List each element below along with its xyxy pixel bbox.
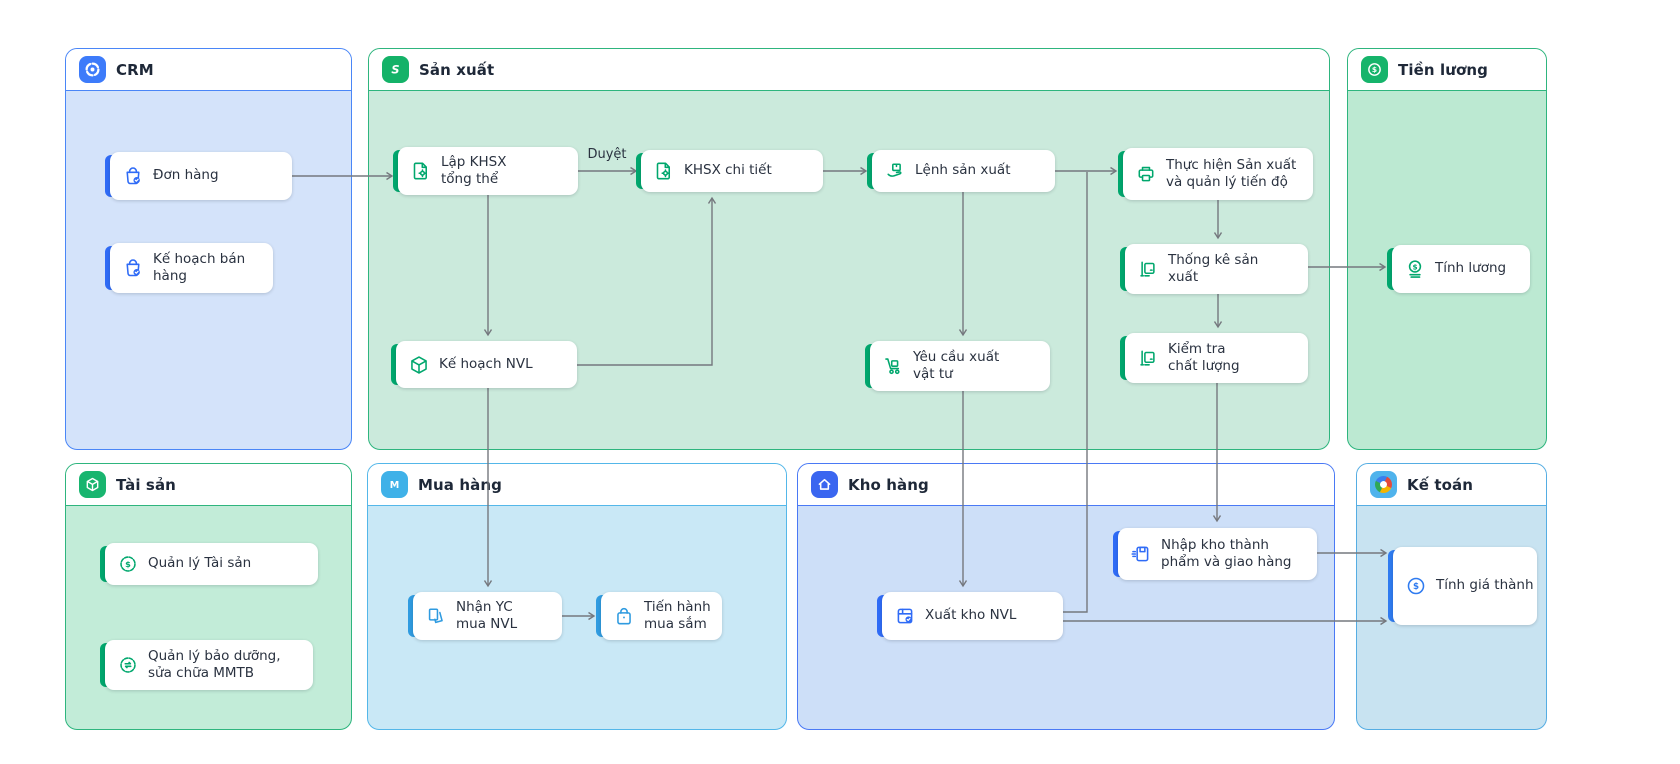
production-stats-icon (1137, 258, 1159, 280)
erp-flow-diagram: CRM Đơn hàng Kế hoạch bán hàng S Sản xuất Lập… (0, 0, 1680, 764)
production-stats-icon (1137, 347, 1159, 369)
panel-header: Tài sản (66, 464, 351, 506)
node-label: Yêu cầu xuất vật tư (913, 349, 999, 384)
node-label: Kế hoạch bán hàng (153, 251, 245, 286)
hand-truck-icon (882, 355, 904, 377)
node-ke-hoach-ban-hang[interactable]: Kế hoạch bán hàng (105, 243, 273, 293)
node-tinh-gia-thanh[interactable]: $ Tính giá thành (1388, 547, 1537, 625)
house-icon (811, 471, 838, 498)
node-label: Tính giá thành (1436, 577, 1534, 594)
svg-text:$: $ (1413, 582, 1419, 592)
svg-text:S: S (391, 62, 399, 76)
box-arrow-icon (1130, 543, 1152, 565)
box-check-icon (894, 605, 916, 627)
node-label: Kiểm tra chất lượng (1168, 341, 1240, 376)
printer-icon (1135, 163, 1157, 185)
shopping-bag-check-icon (122, 257, 144, 279)
node-lap-khsx-tong-the[interactable]: Lập KHSX tổng thể (393, 147, 578, 195)
shopping-bag-check-icon (122, 165, 144, 187)
node-label: KHSX chi tiết (684, 162, 772, 179)
accounting-pinwheel-icon (1370, 471, 1397, 498)
s-swoosh-icon: S (382, 56, 409, 83)
node-label: Tính lương (1435, 260, 1506, 277)
cube-icon (408, 354, 430, 376)
node-yeu-cau-xuat-vat-tu[interactable]: Yêu cầu xuất vật tư (865, 341, 1050, 391)
panel-header: CRM (66, 49, 351, 91)
document-gear-icon (410, 160, 432, 182)
cube-app-icon (79, 471, 106, 498)
node-label: Tiến hành mua sắm (644, 599, 711, 634)
panel-title: Mua hàng (418, 476, 502, 494)
node-thong-ke-san-xuat[interactable]: Thống kê sản xuất (1120, 244, 1308, 294)
box-hand-icon (884, 160, 906, 182)
node-label: Lệnh sản xuất (915, 162, 1011, 179)
node-label: Thực hiện Sản xuất và quản lý tiến độ (1166, 157, 1296, 192)
node-xuat-kho-nvl[interactable]: Xuất kho NVL (877, 592, 1063, 640)
node-label: Đơn hàng (153, 167, 219, 184)
node-label: Nhận YC mua NVL (456, 599, 517, 634)
svg-text:$: $ (1372, 65, 1377, 74)
svg-text:$: $ (1412, 262, 1417, 271)
panel-title: Tài sản (116, 476, 176, 494)
panel-header: Kho hàng (798, 464, 1334, 506)
node-khsx-chi-tiet[interactable]: KHSX chi tiết (636, 150, 823, 192)
panel-title: Kho hàng (848, 476, 929, 494)
salary-coin-icon: $ (1404, 258, 1426, 280)
panel-header: $ Tiền lương (1348, 49, 1546, 91)
node-nhap-kho-thanh-pham[interactable]: Nhập kho thành phẩm và giao hàng (1113, 528, 1317, 580)
svg-text:M: M (390, 480, 400, 491)
dollar-circle-icon: $ (1405, 575, 1427, 597)
panel-header: S Sản xuất (369, 49, 1329, 91)
panel-title: CRM (116, 61, 154, 79)
node-tien-hanh-mua-sam[interactable]: Tiến hành mua sắm (596, 592, 722, 640)
node-thuc-hien-san-xuat[interactable]: Thực hiện Sản xuất và quản lý tiến độ (1118, 148, 1313, 200)
document-gear-icon (653, 160, 675, 182)
node-ke-hoach-nvl[interactable]: Kế hoạch NVL (391, 341, 577, 388)
node-label: Thống kê sản xuất (1168, 252, 1258, 287)
gear-sync-icon (117, 654, 139, 676)
panel-title: Kế toán (1407, 476, 1473, 494)
shopping-bag-icon (613, 605, 635, 627)
node-lenh-san-xuat[interactable]: Lệnh sản xuất (867, 150, 1055, 192)
document-pages-icon (425, 605, 447, 627)
node-label: Nhập kho thành phẩm và giao hàng (1161, 537, 1292, 572)
panel-title: Sản xuất (419, 61, 494, 79)
node-label: Lập KHSX tổng thể (441, 154, 506, 189)
node-label: Quản lý Tài sản (148, 555, 251, 572)
node-label: Kế hoạch NVL (439, 356, 533, 373)
node-nhan-yc-mua-nvl[interactable]: Nhận YC mua NVL (408, 592, 562, 640)
crm-compass-icon (79, 56, 106, 83)
node-label: Xuất kho NVL (925, 607, 1016, 624)
dollar-coin-app-icon: $ (1361, 56, 1388, 83)
node-quan-ly-tai-san[interactable]: $ Quản lý Tài sản (100, 543, 318, 585)
gear-dollar-icon: $ (117, 553, 139, 575)
node-label: Quản lý bảo dưỡng, sửa chữa MMTB (148, 648, 281, 683)
panel-header: Kế toán (1357, 464, 1546, 506)
node-don-hang[interactable]: Đơn hàng (105, 152, 292, 200)
svg-text:$: $ (125, 559, 131, 569)
node-quan-ly-bao-duong[interactable]: Quản lý bảo dưỡng, sửa chữa MMTB (100, 640, 313, 690)
panel-title: Tiền lương (1398, 61, 1488, 79)
m-letter-icon: M (381, 471, 408, 498)
node-tinh-luong[interactable]: $ Tính lương (1387, 245, 1530, 293)
panel-header: M Mua hàng (368, 464, 786, 506)
node-kiem-tra-chat-luong[interactable]: Kiểm tra chất lượng (1120, 333, 1308, 383)
